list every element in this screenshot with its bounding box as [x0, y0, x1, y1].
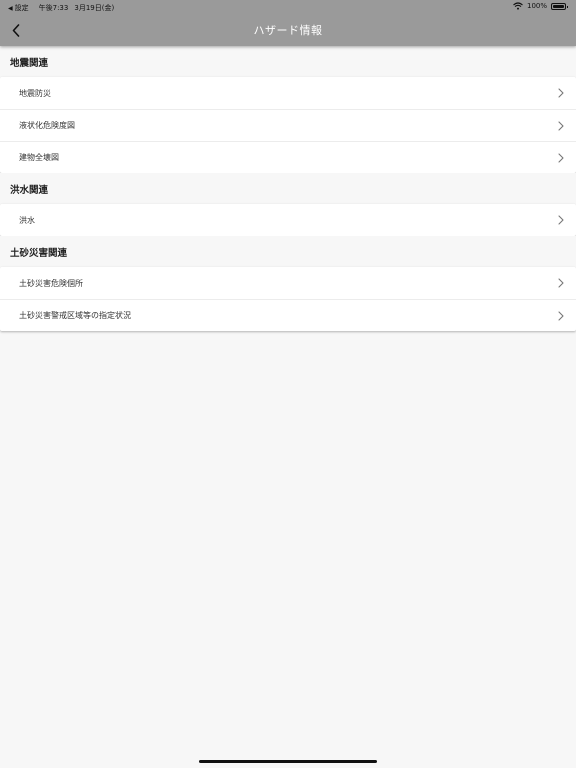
- status-time: 午後7:33: [38, 4, 69, 12]
- chevron-right-icon: [558, 311, 564, 321]
- chevron-right-icon: [558, 88, 564, 98]
- status-bar: ◀ 設定 午後7:33 3月19日(金) 100%: [0, 0, 576, 14]
- wifi-icon: [513, 2, 523, 10]
- battery-icon: [551, 2, 568, 10]
- list-item-label: 液状化危険度図: [19, 121, 75, 130]
- list-item-liquefaction-map[interactable]: 液状化危険度図: [0, 109, 576, 141]
- list-item-label: 建物全壊図: [19, 153, 59, 162]
- status-date: 3月19日(金): [74, 4, 115, 12]
- status-bar-right: 100%: [513, 2, 568, 10]
- section-header-landslide: 土砂災害関連: [0, 236, 576, 267]
- back-triangle-icon: ◀: [8, 4, 13, 12]
- list-item-flood[interactable]: 洪水: [0, 204, 576, 236]
- header: ◀ 設定 午後7:33 3月19日(金) 100% ハザード情報: [0, 0, 576, 46]
- list-item-label: 地震防災: [19, 88, 51, 98]
- status-back-label: 設定: [14, 4, 29, 12]
- section-group-earthquake: 地震防災 液状化危険度図 建物全壊図: [0, 77, 576, 173]
- status-bar-left: ◀ 設定 午後7:33 3月19日(金): [8, 3, 114, 13]
- chevron-right-icon: [558, 153, 564, 163]
- list-item-landslide-danger-spots[interactable]: 土砂災害危険個所: [0, 267, 576, 299]
- screen: ◀ 設定 午後7:33 3月19日(金) 100% ハザード情報 地震関連 地震…: [0, 0, 576, 768]
- home-indicator[interactable]: [199, 760, 377, 763]
- list-item-label: 土砂災害警戒区域等の指定状況: [19, 311, 131, 320]
- list-item-label: 洪水: [19, 215, 35, 225]
- battery-percent: 100%: [526, 2, 547, 10]
- page-title: ハザード情報: [253, 24, 323, 37]
- list-item-building-collapse-map[interactable]: 建物全壊図: [0, 141, 576, 173]
- hazard-list: 地震関連 地震防災 液状化危険度図 建物全壊図 洪水関連 洪水 土砂災害関連 土…: [0, 46, 576, 331]
- section-header-earthquake: 地震関連: [0, 46, 576, 77]
- section-group-landslide: 土砂災害危険個所 土砂災害警戒区域等の指定状況: [0, 267, 576, 331]
- chevron-right-icon: [558, 278, 564, 288]
- nav-bar: ハザード情報: [0, 14, 576, 46]
- status-back-link[interactable]: ◀ 設定: [8, 3, 29, 13]
- list-item-landslide-warning-zones[interactable]: 土砂災害警戒区域等の指定状況: [0, 299, 576, 331]
- list-item-earthquake-disaster-prevention[interactable]: 地震防災: [0, 77, 576, 109]
- section-header-flood: 洪水関連: [0, 173, 576, 204]
- chevron-right-icon: [558, 121, 564, 131]
- chevron-right-icon: [558, 215, 564, 225]
- section-group-flood: 洪水: [0, 204, 576, 236]
- list-item-label: 土砂災害危険個所: [19, 278, 83, 288]
